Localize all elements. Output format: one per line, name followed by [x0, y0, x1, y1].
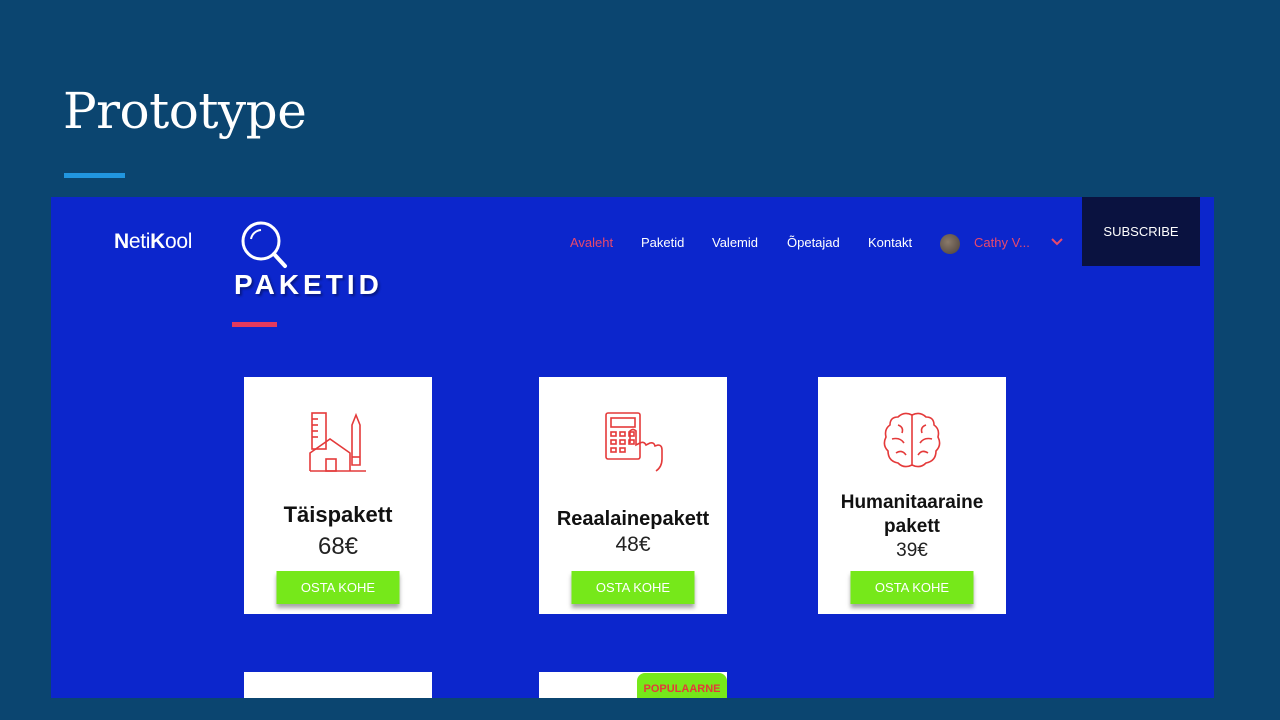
- card-price: 39€: [896, 540, 928, 561]
- card-price: 48€: [615, 533, 651, 556]
- card-title: Humanitaaraine pakett: [840, 492, 984, 537]
- nav-item-opetajad[interactable]: Õpetajad: [787, 235, 840, 250]
- buy-button[interactable]: OSTA KOHE: [276, 571, 400, 604]
- chevron-down-icon[interactable]: [1051, 237, 1063, 247]
- calculator-icon: [605, 412, 663, 472]
- search-icon[interactable]: [237, 219, 289, 269]
- popular-badge: POPULAARNE: [637, 673, 727, 698]
- package-card-humanitaaraine: Humanitaaraine pakett 39€ OSTA KOHE: [818, 377, 1006, 614]
- heading-underline: [232, 322, 277, 327]
- site-logo[interactable]: NetiKool: [114, 230, 192, 254]
- buy-button[interactable]: OSTA KOHE: [571, 571, 695, 604]
- brain-icon: [883, 412, 941, 468]
- nav-item-avaleht[interactable]: Avaleht: [570, 235, 613, 250]
- page-heading: PAKETID: [234, 269, 383, 300]
- package-card-taispakett: Täispakett 68€ OSTA KOHE: [244, 377, 432, 614]
- slide-title: Prototype: [63, 82, 307, 140]
- buy-button[interactable]: OSTA KOHE: [850, 571, 974, 604]
- nav-item-kontakt[interactable]: Kontakt: [868, 235, 912, 250]
- package-card-reaalainepakett: Reaalainepakett 48€ OSTA KOHE: [539, 377, 727, 614]
- user-name[interactable]: Cathy V...: [974, 235, 1030, 250]
- architecture-icon: [309, 412, 366, 472]
- subscribe-button[interactable]: SUBSCRIBE: [1082, 197, 1200, 266]
- card-price: 68€: [317, 533, 359, 560]
- package-card-partial: POPULAARNE: [539, 672, 727, 698]
- card-title: Reaalainepakett: [556, 508, 710, 530]
- package-card-partial: [244, 672, 432, 698]
- avatar[interactable]: [940, 234, 960, 254]
- title-underline: [64, 173, 125, 178]
- nav-item-valemid[interactable]: Valemid: [712, 235, 758, 250]
- website-screenshot: NetiKool PAKETID Avaleht Paketid Valemid…: [51, 197, 1214, 698]
- card-title: Täispakett: [283, 502, 393, 527]
- nav-item-paketid[interactable]: Paketid: [641, 235, 684, 250]
